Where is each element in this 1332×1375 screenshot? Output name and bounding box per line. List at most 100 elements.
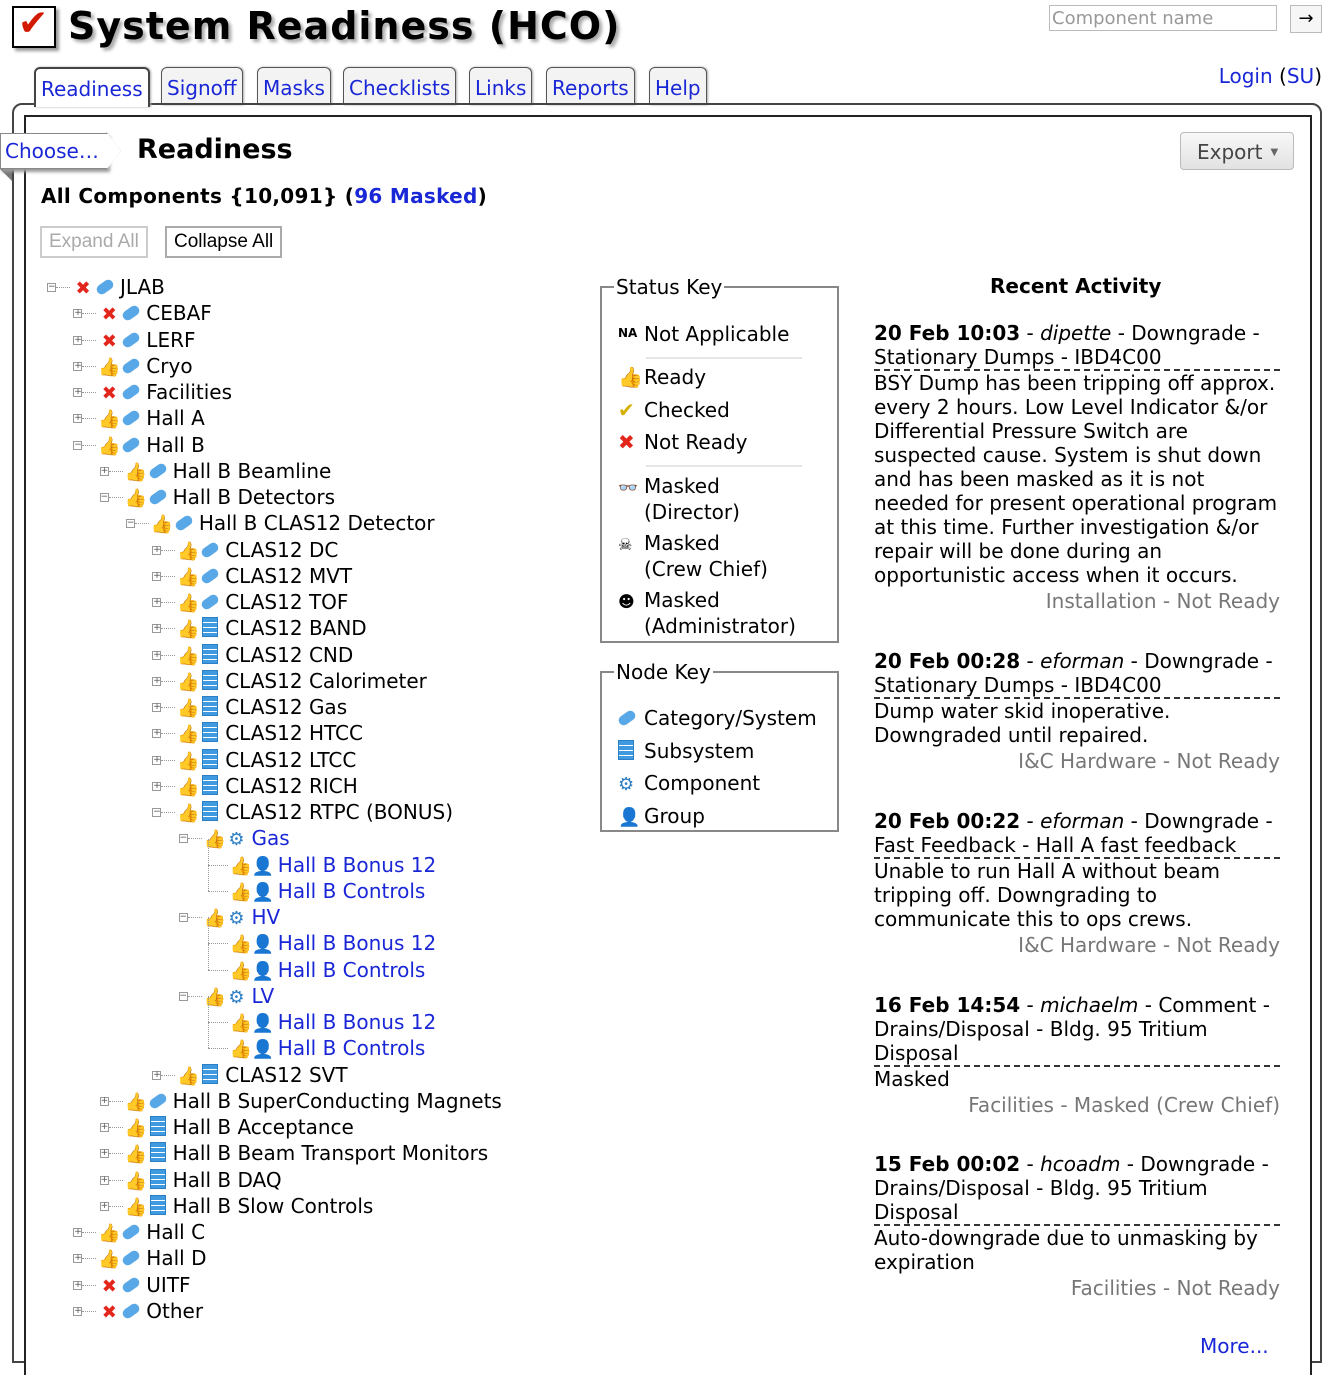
collapse-toggle-icon[interactable]: − <box>152 808 162 817</box>
collapse-toggle-icon[interactable]: − <box>47 283 56 292</box>
expand-toggle-icon[interactable]: + <box>152 650 162 660</box>
expand-toggle-icon[interactable]: + <box>73 414 83 424</box>
tree-node[interactable]: 👍👤 Hall B Controls <box>230 878 426 904</box>
tree-node-label[interactable]: LERF <box>146 328 195 352</box>
tree-node[interactable]: 👍 CLAS12 SVT <box>177 1062 347 1088</box>
tree-node-label[interactable]: Hall B Controls <box>278 1036 426 1060</box>
tree-node-label[interactable]: CLAS12 RICH <box>225 774 358 798</box>
tree-node-label[interactable]: Hall B Controls <box>278 958 426 982</box>
activity-header[interactable]: 16 Feb 14:54 - michaelm - Comment - Drai… <box>874 993 1280 1067</box>
choose-link[interactable]: Choose… <box>5 139 99 163</box>
collapse-toggle-icon[interactable]: − <box>178 913 188 922</box>
expand-toggle-icon[interactable]: + <box>73 1280 83 1290</box>
tree-node-label[interactable]: LV <box>252 984 275 1008</box>
expand-toggle-icon[interactable]: + <box>73 1254 83 1264</box>
expand-toggle-icon[interactable]: + <box>99 1175 109 1185</box>
tab-checklists-label[interactable]: Checklists <box>349 76 450 100</box>
masked-count-link[interactable]: 96 Masked <box>354 184 477 208</box>
tree-node-label[interactable]: Hall B Beam Transport Monitors <box>173 1141 489 1165</box>
tree-node-label[interactable]: CLAS12 TOF <box>225 590 348 614</box>
tree-node-label[interactable]: HV <box>252 905 281 929</box>
tree-node-label[interactable]: Hall B SuperConducting Magnets <box>173 1089 502 1113</box>
tree-node[interactable]: ✖ CEBAF <box>98 300 212 326</box>
expand-toggle-icon[interactable]: + <box>152 703 162 712</box>
tree-node-label[interactable]: Cryo <box>146 354 192 378</box>
expand-toggle-icon[interactable]: + <box>152 729 162 739</box>
tab-reports-label[interactable]: Reports <box>552 76 629 100</box>
tree-node-label[interactable]: Hall B Bonus 12 <box>278 931 436 955</box>
collapse-toggle-icon[interactable]: − <box>178 834 188 844</box>
tab-reports[interactable]: Reports <box>546 67 635 105</box>
tree-node[interactable]: 👍 Hall B <box>98 432 205 458</box>
tree-node[interactable]: 👍 CLAS12 CND <box>177 642 353 668</box>
expand-toggle-icon[interactable]: + <box>73 388 83 397</box>
tree-node-label[interactable]: CLAS12 BAND <box>225 616 367 640</box>
collapse-all-button[interactable]: Collapse All <box>165 226 283 258</box>
tree-node[interactable]: 👍👤 Hall B Bonus 12 <box>230 1009 436 1035</box>
tab-checklists[interactable]: Checklists <box>343 67 457 105</box>
collapse-toggle-icon[interactable]: − <box>73 440 83 450</box>
tree-node-label[interactable]: Hall C <box>146 1220 205 1244</box>
expand-toggle-icon[interactable]: + <box>73 309 83 319</box>
tree-node[interactable]: 👍 CLAS12 RICH <box>177 773 358 799</box>
tree-node-label[interactable]: Gas <box>252 826 290 850</box>
tree-node[interactable]: 👍 Hall B Beam Transport Monitors <box>125 1140 489 1166</box>
tab-help-label[interactable]: Help <box>655 76 701 100</box>
tree-node-label[interactable]: CLAS12 MVT <box>225 564 352 588</box>
tree-node[interactable]: 👍👤 Hall B Bonus 12 <box>230 930 436 956</box>
tree-node[interactable]: ✖ JLAB <box>72 274 164 300</box>
expand-toggle-icon[interactable]: + <box>73 1306 83 1316</box>
tree-node-label[interactable]: Hall B Bonus 12 <box>278 1010 436 1034</box>
tree-node[interactable]: 👍 CLAS12 MVT <box>177 563 352 589</box>
tab-links[interactable]: Links <box>469 67 533 105</box>
tree-node[interactable]: 👍 Hall B Slow Controls <box>125 1193 374 1219</box>
tree-node-label[interactable]: Hall D <box>146 1246 206 1270</box>
more-activity-link[interactable]: More... <box>1200 1334 1269 1358</box>
collapse-toggle-icon[interactable]: − <box>125 519 135 529</box>
tab-signoff-label[interactable]: Signoff <box>167 76 237 100</box>
tree-node-label[interactable]: Hall B Slow Controls <box>173 1194 374 1218</box>
expand-toggle-icon[interactable]: + <box>99 1201 109 1211</box>
tree-node[interactable]: 👍 Hall A <box>98 405 204 431</box>
tree-node[interactable]: 👍 CLAS12 LTCC <box>177 747 356 773</box>
tree-node[interactable]: 👍 CLAS12 RTPC (BONUS) <box>177 799 453 825</box>
expand-toggle-icon[interactable]: + <box>152 781 162 791</box>
component-search-input[interactable] <box>1049 5 1277 31</box>
su-link[interactable]: SU <box>1287 64 1314 88</box>
tree-node[interactable]: 👍👤 Hall B Controls <box>230 957 426 983</box>
expand-toggle-icon[interactable]: + <box>99 1149 109 1159</box>
expand-toggle-icon[interactable]: + <box>152 624 162 634</box>
tab-readiness[interactable]: Readiness <box>34 67 150 107</box>
tree-node[interactable]: ✖ UITF <box>98 1272 191 1298</box>
tree-node[interactable]: 👍 CLAS12 Gas <box>177 694 347 720</box>
choose-button[interactable]: Choose… <box>0 133 121 169</box>
tree-node[interactable]: 👍 Hall B Detectors <box>125 484 335 510</box>
expand-toggle-icon[interactable]: + <box>152 755 162 765</box>
tree-node[interactable]: 👍 Cryo <box>98 353 192 379</box>
tree-node[interactable]: ✖ Other <box>98 1298 203 1324</box>
login-link[interactable]: Login <box>1219 64 1273 88</box>
tree-node[interactable]: 👍 Hall C <box>98 1219 205 1245</box>
expand-toggle-icon[interactable]: + <box>152 1070 162 1080</box>
tree-node-label[interactable]: Hall B Acceptance <box>173 1115 354 1139</box>
tree-node-label[interactable]: Hall B Controls <box>278 879 426 903</box>
activity-header[interactable]: 15 Feb 00:02 - hcoadm - Downgrade - Drai… <box>874 1152 1280 1226</box>
search-go-button[interactable]: → <box>1290 5 1322 33</box>
expand-toggle-icon[interactable]: + <box>73 335 83 345</box>
tab-masks-label[interactable]: Masks <box>263 76 325 100</box>
tree-node-label[interactable]: Other <box>146 1299 203 1323</box>
activity-header[interactable]: 20 Feb 10:03 - dipette - Downgrade - Sta… <box>874 321 1280 371</box>
tab-signoff[interactable]: Signoff <box>161 67 243 105</box>
tree-node[interactable]: 👍 CLAS12 TOF <box>177 589 348 615</box>
expand-toggle-icon[interactable]: + <box>73 1228 83 1237</box>
expand-toggle-icon[interactable]: + <box>99 1096 109 1106</box>
tree-node-label[interactable]: CLAS12 HTCC <box>225 721 363 745</box>
expand-toggle-icon[interactable]: + <box>99 466 109 476</box>
tree-node-label[interactable]: Hall B <box>146 433 205 457</box>
tree-node-label[interactable]: CLAS12 Calorimeter <box>225 669 427 693</box>
tree-node[interactable]: 👍 ⚙ LV <box>204 983 275 1009</box>
export-button[interactable]: Export ▼ <box>1180 132 1294 170</box>
expand-toggle-icon[interactable]: + <box>99 1123 109 1132</box>
activity-header[interactable]: 20 Feb 00:22 - eforman - Downgrade - Fas… <box>874 809 1280 859</box>
tree-node[interactable]: 👍 ⚙ Gas <box>204 825 290 851</box>
